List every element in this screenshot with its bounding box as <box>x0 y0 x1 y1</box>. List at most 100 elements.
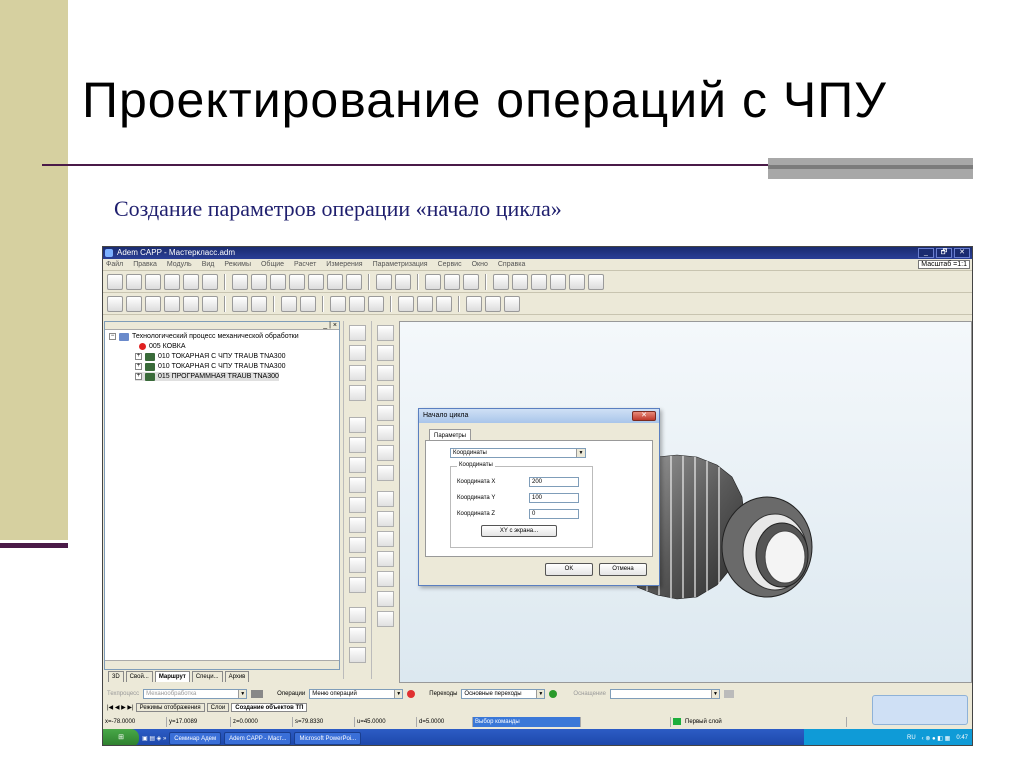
tree-item-turning-2[interactable]: + 010 ТОКАРНАЯ С ЧПУ TRAUB TNA300 <box>135 362 285 371</box>
calendar-icon[interactable] <box>398 295 414 312</box>
techproc-select[interactable]: Механообработка ▼ <box>143 689 248 699</box>
copy-op-icon[interactable] <box>349 457 366 473</box>
axes-icon[interactable] <box>377 571 394 587</box>
mode-select[interactable]: Координаты ▼ <box>450 448 586 458</box>
factory-icon[interactable] <box>107 295 123 312</box>
cancel-button[interactable]: Отмена <box>599 563 647 576</box>
panel-close-icon[interactable]: _ | × <box>323 322 337 329</box>
tool-icon[interactable] <box>376 273 392 290</box>
dimension-2-icon[interactable] <box>377 365 394 381</box>
tab-properties[interactable]: Свой... <box>125 671 153 682</box>
transfer-icon[interactable] <box>349 437 366 453</box>
op-hatch-icon[interactable] <box>349 557 366 573</box>
horizontal-scrollbar[interactable] <box>105 660 339 669</box>
task-item-seminar[interactable]: Семинар Адем <box>169 731 222 745</box>
chevron-down-icon[interactable]: ▼ <box>394 690 403 698</box>
coord-z-input[interactable]: 0 <box>529 509 579 519</box>
check-icon[interactable] <box>368 295 384 312</box>
expand-icon[interactable]: + <box>135 373 142 380</box>
menu-calc[interactable]: Расчет <box>294 261 316 268</box>
transform-icon[interactable] <box>377 385 394 401</box>
op-grid-icon[interactable] <box>349 537 366 553</box>
menu-general[interactable]: Общие <box>261 261 284 268</box>
tab-archive[interactable]: Архив <box>224 671 250 682</box>
process-icon[interactable] <box>425 273 441 290</box>
table-icon[interactable] <box>327 273 343 290</box>
ok-button[interactable]: OK <box>545 563 593 576</box>
tray-icons[interactable]: ‹ ⊗ ● ◧ ▦ <box>922 735 951 742</box>
plus-axis-icon[interactable] <box>377 491 394 507</box>
zoom-icon[interactable] <box>569 273 585 290</box>
menu-service[interactable]: Сервис <box>438 261 462 268</box>
op-stack-icon[interactable] <box>349 477 366 493</box>
tree-item-turning-1[interactable]: + 010 ТОКАРНАЯ С ЧПУ TRAUB TNA300 <box>135 352 285 361</box>
op-list-icon[interactable] <box>349 497 366 513</box>
cube-icon[interactable] <box>377 465 394 481</box>
nav-arrows-icon[interactable]: |◀ ◀ ▶ ▶| <box>107 704 134 711</box>
level-icon[interactable] <box>377 551 394 567</box>
eraser-icon[interactable] <box>377 405 394 421</box>
tree-root[interactable]: − Технологический процесс механической о… <box>109 332 299 341</box>
frame-icon[interactable] <box>232 273 248 290</box>
page-icon[interactable] <box>183 295 199 312</box>
close-button[interactable]: ✕ <box>954 248 970 258</box>
fixture-icon[interactable] <box>512 273 528 290</box>
dimension-icon[interactable] <box>377 345 394 361</box>
assembly-icon[interactable] <box>550 273 566 290</box>
save-disabled-icon[interactable] <box>145 295 161 312</box>
xy-from-screen-button[interactable]: XY с экрана... <box>481 525 557 537</box>
minus-icon[interactable] <box>346 273 362 290</box>
tab-layers[interactable]: Слои <box>206 702 230 712</box>
arrow-icon[interactable] <box>349 345 366 361</box>
task-item-powerpoint[interactable]: Microsoft PowerPoi... <box>294 731 362 745</box>
image-icon[interactable] <box>395 273 411 290</box>
filter-icon[interactable] <box>723 690 734 698</box>
disabled-icon[interactable] <box>349 607 366 623</box>
tab-create-objects[interactable]: Создание объектов ТП <box>231 702 308 712</box>
align-icon[interactable] <box>330 295 346 312</box>
menu-view[interactable]: Вид <box>202 261 215 268</box>
transitions-select[interactable]: Основные переходы ▼ <box>461 689 546 699</box>
glasses-icon[interactable] <box>126 295 142 312</box>
merge-icon[interactable] <box>349 295 365 312</box>
task-item-adem[interactable]: Adem CAPP - Маст... <box>224 731 292 745</box>
paste-icon[interactable] <box>270 273 286 290</box>
tab-3d[interactable]: 3D <box>108 671 124 682</box>
point-icon[interactable] <box>377 325 394 341</box>
equipment-select[interactable]: ▼ <box>609 689 720 699</box>
doc-icon[interactable] <box>466 295 482 312</box>
language-indicator[interactable]: RU <box>907 735 916 741</box>
text-icon[interactable] <box>377 611 394 627</box>
open-file-icon[interactable] <box>126 273 142 290</box>
save-icon[interactable] <box>145 273 161 290</box>
operation-red-icon[interactable] <box>407 690 416 698</box>
chevron-down-icon[interactable]: ▼ <box>536 690 545 698</box>
cut-disabled-icon[interactable] <box>164 295 180 312</box>
menu-measure[interactable]: Измерения <box>326 261 362 268</box>
chevron-down-icon[interactable]: ▼ <box>238 690 247 698</box>
refresh-icon[interactable] <box>349 647 366 663</box>
chevron-down-icon[interactable]: ▼ <box>576 449 585 457</box>
list-icon[interactable] <box>281 295 297 312</box>
menu-edit[interactable]: Правка <box>133 261 157 268</box>
collapse-icon[interactable]: − <box>109 333 116 340</box>
quicklaunch-icons[interactable]: ▣ ▤ ◈ » <box>142 735 166 742</box>
cube-icon[interactable] <box>531 273 547 290</box>
redo-icon[interactable] <box>251 295 267 312</box>
expand-icon[interactable]: + <box>135 363 142 370</box>
copy-icon[interactable] <box>251 273 267 290</box>
menu-module[interactable]: Модуль <box>167 261 192 268</box>
settings-disabled-icon[interactable] <box>504 295 520 312</box>
steps-icon[interactable] <box>463 273 479 290</box>
dialog-close-button[interactable]: ✕ <box>632 411 656 421</box>
maximize-button[interactable]: 🗗 <box>936 248 952 258</box>
page-icon[interactable] <box>349 325 366 341</box>
op-box-icon[interactable] <box>349 517 366 533</box>
new-file-icon[interactable] <box>107 273 123 290</box>
menu-modes[interactable]: Режимы <box>224 261 251 268</box>
tab-route[interactable]: Маршрут <box>154 671 190 682</box>
select-icon[interactable] <box>349 365 366 381</box>
op-lines-icon[interactable] <box>349 577 366 593</box>
coord-x-input[interactable]: 200 <box>529 477 579 487</box>
record-red-icon[interactable] <box>349 627 366 643</box>
